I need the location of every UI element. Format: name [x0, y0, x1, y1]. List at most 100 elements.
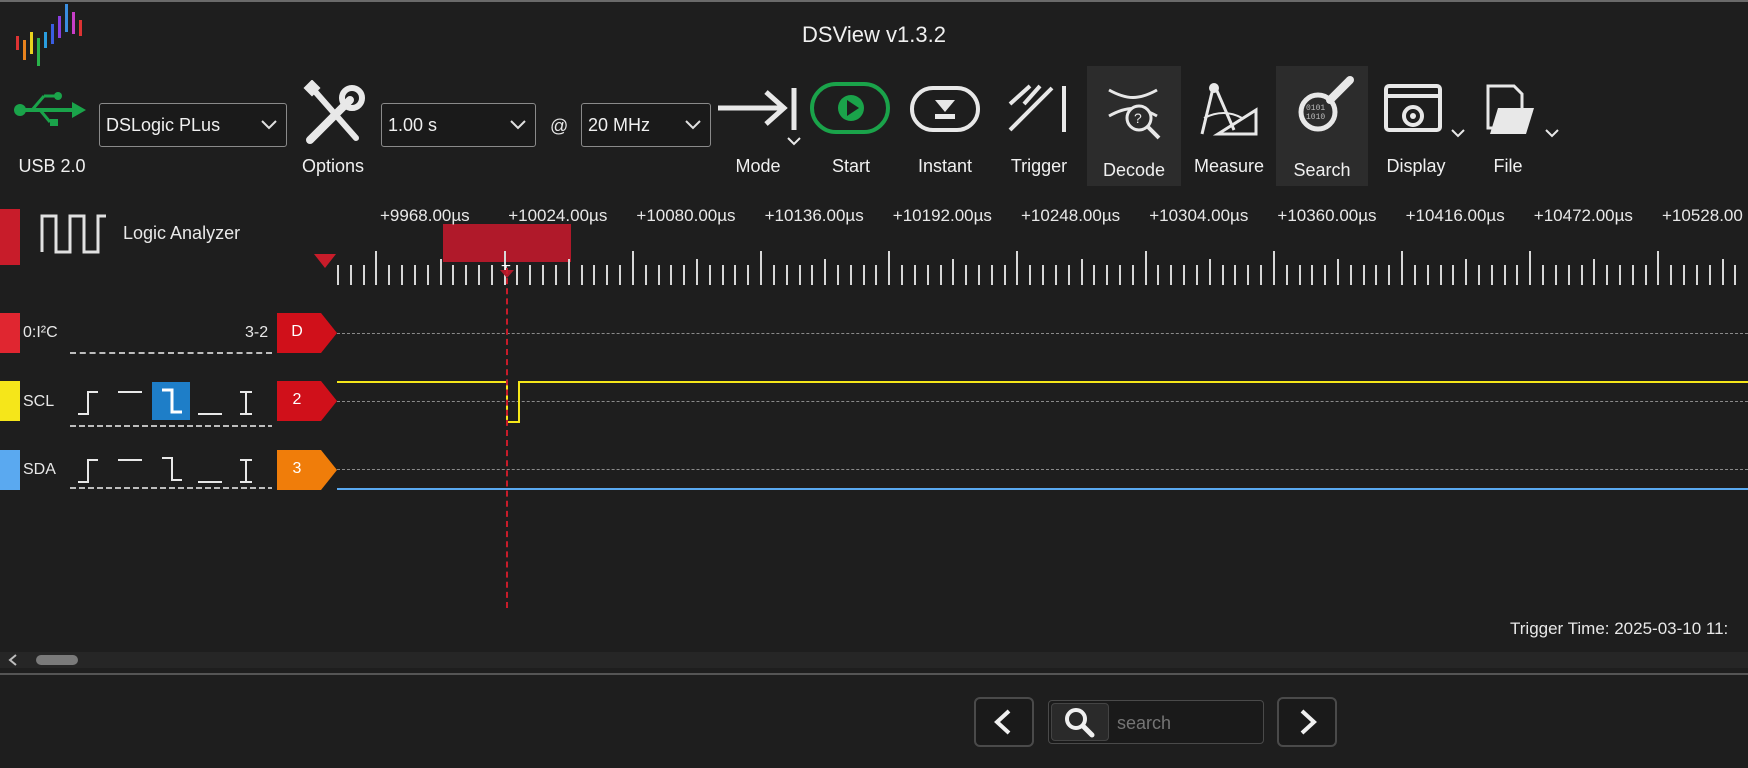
window-title: DSView v1.3.2 — [802, 22, 946, 47]
minor-tick — [1375, 265, 1378, 285]
file-folder-icon — [1486, 84, 1559, 138]
time-ruler-label: +10024.00µs — [508, 206, 608, 225]
chevron-left-icon — [994, 709, 1011, 735]
minor-tick — [657, 265, 660, 285]
minor-tick — [1567, 265, 1570, 285]
decoder-options-line — [70, 352, 272, 354]
sda-baseline — [337, 469, 1748, 470]
decode-dna-icon: ? — [1108, 88, 1161, 140]
scl-color-bar — [0, 381, 20, 421]
instant-capture-icon — [910, 86, 980, 132]
minor-tick — [1221, 265, 1224, 285]
minor-tick — [978, 265, 980, 285]
decode-button[interactable]: ? Decode — [1087, 66, 1181, 186]
duration-select[interactable]: 1.00 s — [381, 103, 536, 147]
search-button[interactable]: 0101 1010 Search — [1276, 66, 1368, 186]
display-label: Display — [1386, 156, 1446, 176]
minor-tick — [439, 259, 442, 285]
sda-color-bar — [0, 450, 20, 490]
minor-tick — [554, 265, 557, 285]
search-field[interactable] — [1048, 700, 1264, 744]
minor-tick — [1311, 265, 1314, 285]
scl-trigger-options[interactable] — [70, 382, 272, 428]
options-button[interactable]: Options — [296, 78, 370, 224]
rising-edge-icon[interactable] — [78, 391, 98, 415]
rising-edge-icon[interactable] — [78, 459, 98, 483]
minor-tick — [1183, 265, 1186, 285]
minor-tick — [1388, 265, 1391, 285]
mode-button[interactable]: Mode — [716, 78, 802, 224]
options-label: Options — [301, 156, 365, 176]
minor-tick — [798, 265, 801, 285]
major-tick — [760, 251, 763, 285]
minor-tick — [1106, 265, 1109, 285]
minor-tick — [1336, 259, 1339, 285]
minor-tick — [1285, 265, 1288, 285]
any-edge-icon[interactable] — [240, 391, 252, 415]
search-next-button[interactable] — [1277, 697, 1337, 747]
minor-tick — [1593, 259, 1596, 285]
minor-tick — [580, 265, 583, 285]
major-tick — [375, 251, 378, 285]
horizontal-scrollbar[interactable] — [0, 652, 1748, 668]
minor-tick — [708, 265, 711, 285]
start-button[interactable]: Start — [808, 78, 894, 224]
any-edge-icon[interactable] — [240, 459, 252, 483]
duration-select-value: 1.00 s — [388, 114, 438, 135]
chevron-left-icon[interactable] — [6, 653, 20, 667]
minor-tick — [516, 265, 519, 285]
minor-tick — [1503, 265, 1506, 285]
major-tick — [1657, 251, 1660, 285]
sda-trigger-options[interactable] — [70, 450, 272, 496]
search-binary-icon: 0101 1010 — [1298, 76, 1354, 132]
instant-button[interactable]: Instant — [902, 78, 988, 224]
search-input[interactable] — [1115, 707, 1259, 739]
minor-tick — [1465, 259, 1468, 285]
file-button[interactable]: File — [1476, 78, 1576, 224]
trigger-button[interactable]: Trigger — [996, 78, 1082, 224]
falling-edge-icon[interactable] — [162, 457, 182, 481]
usb-label: USB 2.0 — [18, 156, 86, 176]
sda-waveform — [337, 488, 1748, 490]
time-ruler-label: +10192.00µs — [892, 206, 992, 225]
minor-tick — [785, 265, 788, 285]
minor-tick — [901, 265, 904, 285]
decoder-channel-name: 0:I²C — [23, 324, 58, 341]
display-button[interactable]: Display — [1380, 78, 1480, 224]
samplerate-select[interactable]: 20 MHz — [581, 103, 711, 147]
minor-tick — [349, 265, 352, 285]
minor-tick — [1619, 265, 1621, 285]
minor-tick — [1439, 265, 1442, 285]
minor-tick — [1683, 265, 1686, 285]
minor-tick — [1119, 265, 1122, 285]
decoder-channel-range: 3-2 — [245, 324, 269, 341]
device-select[interactable]: DSLogic PLus — [99, 103, 287, 147]
major-tick — [631, 251, 634, 285]
time-ruler-label: +10528.00 — [1662, 206, 1743, 225]
window-top-border — [0, 0, 1748, 2]
scrollbar-thumb[interactable] — [36, 655, 78, 665]
chevron-down-icon — [685, 120, 701, 130]
instant-label: Instant — [917, 156, 973, 176]
minor-tick — [824, 259, 827, 285]
minor-tick — [1413, 265, 1416, 285]
minor-tick — [683, 265, 686, 285]
scl-channel-name: SCL — [23, 393, 55, 410]
chevron-right-icon — [1300, 709, 1317, 735]
minor-tick — [965, 265, 968, 285]
search-icon-button[interactable] — [1051, 703, 1109, 741]
square-wave-icon — [40, 214, 106, 254]
minor-tick — [478, 265, 481, 285]
scl-waveform — [337, 381, 1748, 423]
time-ruler-label: +10080.00µs — [636, 206, 736, 225]
measure-button[interactable]: Measure — [1184, 78, 1274, 224]
minor-tick — [1606, 265, 1609, 285]
at-separator: @ — [550, 116, 569, 136]
minor-tick — [1170, 265, 1173, 285]
minor-tick — [862, 265, 865, 285]
search-prev-button[interactable] — [974, 697, 1034, 747]
minor-tick — [1093, 265, 1096, 285]
minor-tick — [836, 265, 839, 285]
minor-tick — [465, 265, 468, 285]
time-ruler-label: +9968.00µs — [380, 206, 470, 225]
